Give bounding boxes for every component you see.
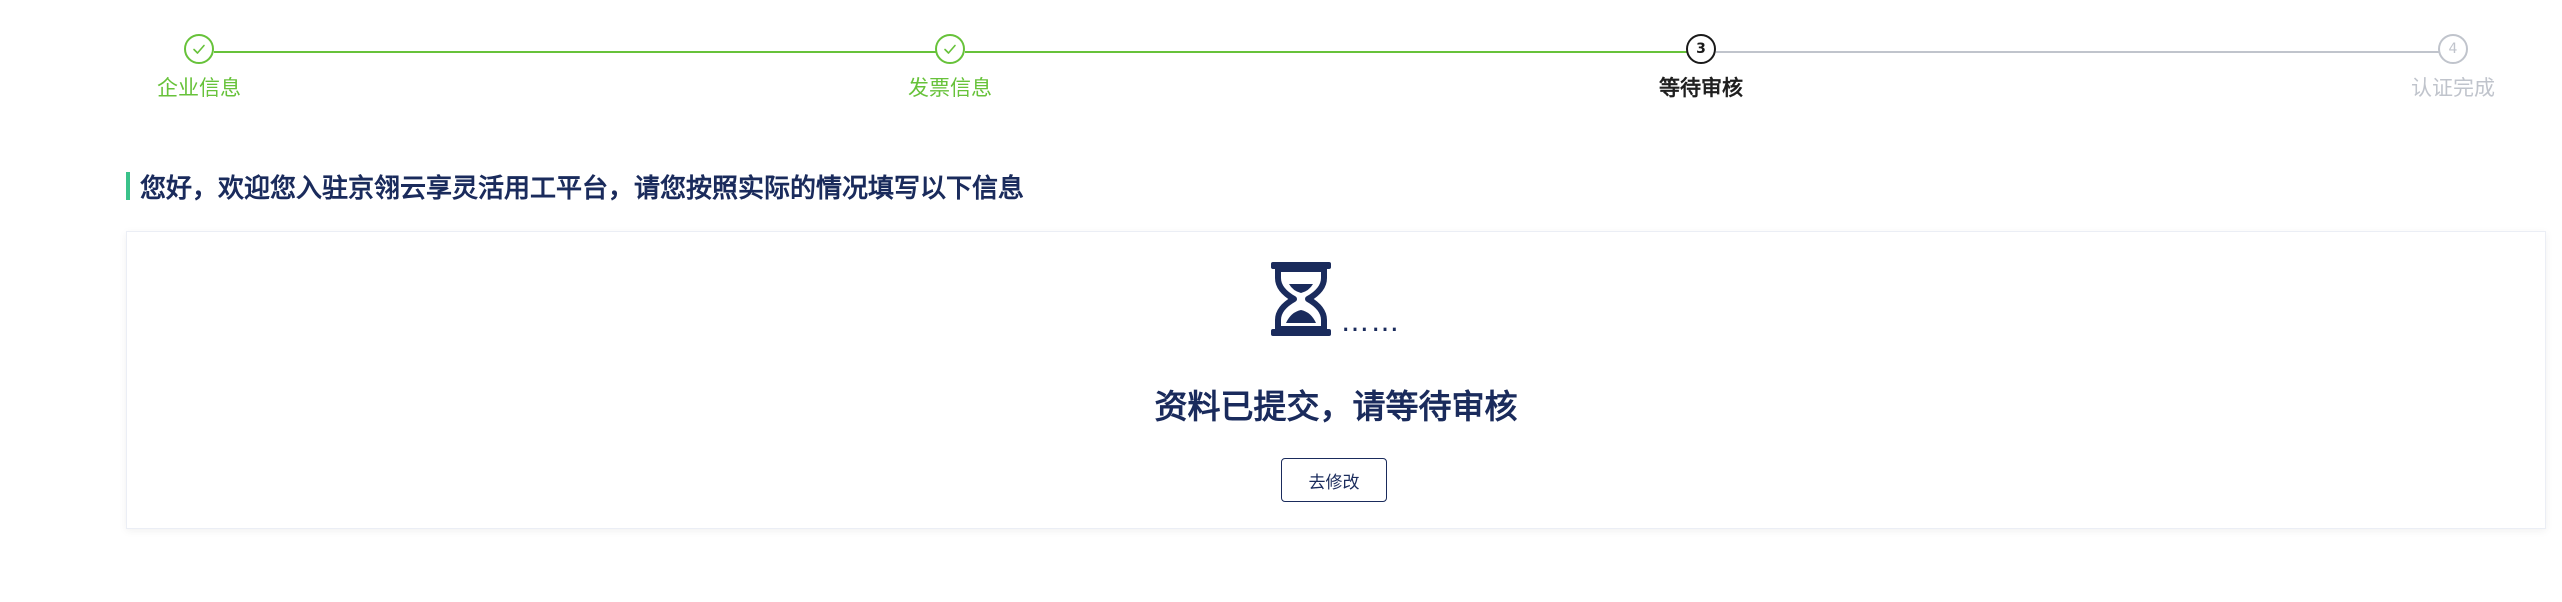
- step-1-label: 企业信息: [157, 76, 241, 100]
- step-4-number: 4: [2438, 34, 2468, 64]
- status-title: 资料已提交，请等待审核: [1154, 387, 1518, 426]
- review-status-card: …… 资料已提交，请等待审核 去修改: [126, 231, 2546, 529]
- hourglass-group: ……: [1269, 260, 1401, 338]
- step-3-number: 3: [1686, 34, 1716, 64]
- greeting-text: 您好，欢迎您入驻京翎云享灵活用工平台，请您按照实际的情况填写以下信息: [140, 173, 1025, 204]
- step-3-label: 等待审核: [1659, 76, 1743, 100]
- step-pending-review: 3 等待审核: [1601, 34, 1801, 102]
- greeting-heading: 您好，欢迎您入驻京翎云享灵活用工平台，请您按照实际的情况填写以下信息: [126, 170, 1025, 204]
- loading-dots: ……: [1341, 305, 1401, 338]
- steps-progress: 企业信息 发票信息 3 等待审核 4 认证完成: [0, 0, 2562, 120]
- step-2-check-icon: [935, 34, 965, 64]
- step-2-label: 发票信息: [908, 76, 992, 100]
- hourglass-icon: [1271, 262, 1331, 336]
- step-enterprise-info: 企业信息: [99, 34, 299, 102]
- step-connector-2: [965, 51, 1701, 53]
- step-1-check-icon: [184, 34, 214, 64]
- step-certification-complete: 4 认证完成: [2353, 34, 2553, 102]
- edit-button[interactable]: 去修改: [1281, 458, 1387, 502]
- step-connector-1: [214, 51, 949, 53]
- step-4-label: 认证完成: [2411, 76, 2495, 100]
- greeting-accent-bar: [126, 172, 130, 200]
- step-invoice-info: 发票信息: [850, 34, 1050, 102]
- step-connector-3: [1716, 51, 2451, 53]
